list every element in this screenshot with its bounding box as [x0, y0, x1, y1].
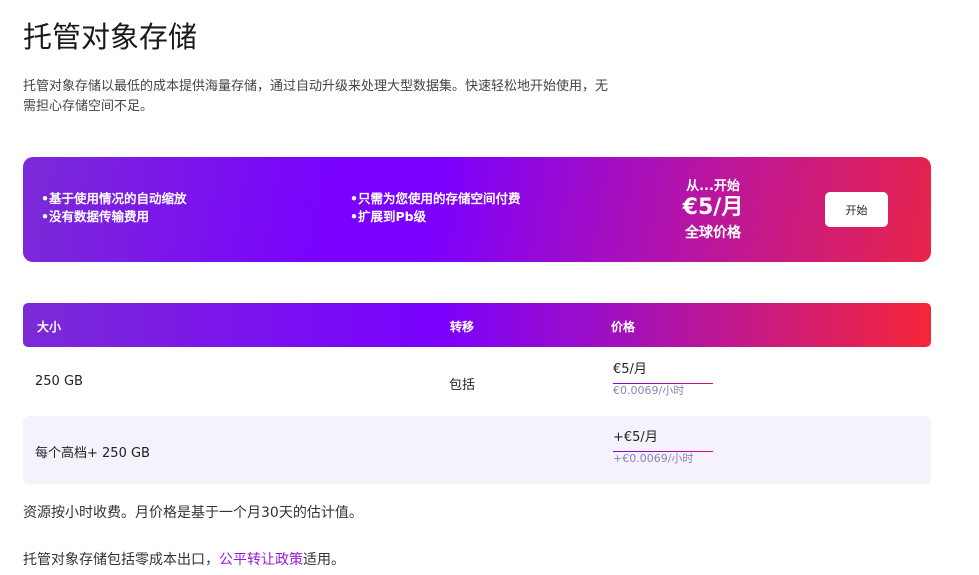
billing-note: 资源按小时收费。月价格是基于一个月30天的估计值。: [23, 505, 363, 521]
cell-size: 250 GB: [35, 374, 83, 389]
cell-size: 每个高档+ 250 GB: [35, 446, 150, 461]
header-price: 价格: [611, 320, 636, 334]
price-scope: 全球价格: [685, 225, 741, 241]
price-value: €5/月: [682, 195, 744, 220]
page-description: 托管对象存储以最低的成本提供海量存储，通过自动升级来处理大型数据集。快速轻松地开…: [23, 79, 609, 114]
cell-hourly: +€0.0069/小时: [613, 452, 694, 465]
table-row: 每个高档+ 250 GB +€5/月 +€0.0069/小时: [23, 416, 931, 484]
feature: •没有数据传输费用: [41, 209, 149, 224]
features-left: •基于使用情况的自动缩放 •没有数据传输费用: [41, 190, 187, 226]
egress-note-text: 托管对象存储包括零成本出口，: [23, 552, 219, 568]
features-right: •只需为您使用的存储空间付费 •扩展到Pb级: [350, 190, 521, 226]
price-summary: 从...开始 €5/月 全球价格: [663, 175, 763, 242]
feature: •基于使用情况的自动缩放: [41, 191, 187, 206]
feature: •扩展到Pb级: [350, 209, 427, 224]
cell-price: €5/月: [613, 358, 713, 384]
cell-transfer: 包括: [449, 378, 476, 393]
page-title: 托管对象存储: [23, 20, 198, 54]
header-size: 大小: [37, 320, 62, 334]
egress-note: 托管对象存储包括零成本出口，公平转让政策适用。: [23, 549, 345, 569]
pricing-banner: •基于使用情况的自动缩放 •没有数据传输费用 •只需为您使用的存储空间付费 •扩…: [23, 157, 931, 262]
header-transfer: 转移: [450, 320, 475, 334]
cell-hourly: €0.0069/小时: [613, 384, 685, 397]
cell-price: +€5/月: [613, 426, 713, 452]
get-started-button[interactable]: 开始: [825, 192, 888, 227]
egress-note-suffix: 适用。: [303, 552, 345, 568]
table-row: 250 GB 包括 €5/月 €0.0069/小时: [23, 348, 931, 416]
table-header: 大小 转移 价格: [23, 303, 931, 347]
fair-transfer-policy-link[interactable]: 公平转让政策: [219, 552, 303, 568]
price-from: 从...开始: [686, 179, 740, 194]
feature: •只需为您使用的存储空间付费: [350, 191, 521, 206]
